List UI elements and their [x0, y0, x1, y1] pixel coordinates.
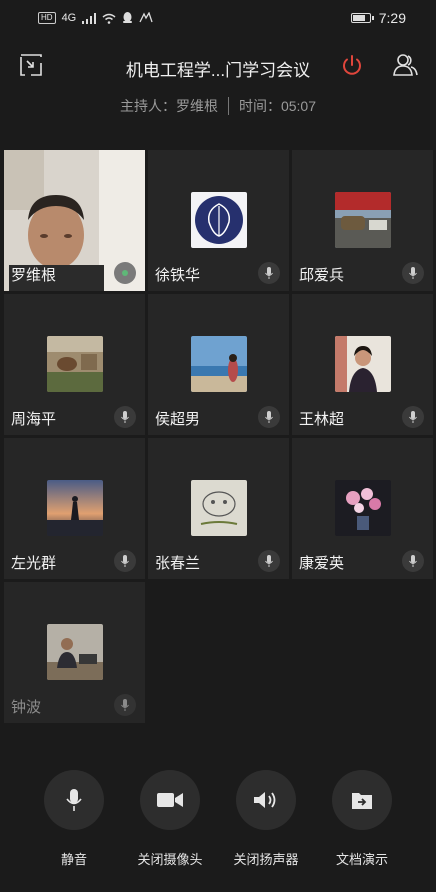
microphone-icon — [66, 789, 82, 811]
meeting-header: 机电工程学...门学习会议 主持人：罗维根 时间：05:07 — [0, 36, 436, 136]
speaker-control[interactable]: 关闭扬声器 — [216, 770, 316, 868]
mute-label: 静音 — [60, 852, 87, 867]
meeting-title: 机电工程学...门学习会议 — [125, 61, 311, 80]
participants-icon[interactable] — [392, 52, 418, 78]
camera-label: 关闭摄像头 — [137, 852, 203, 867]
battery-icon — [350, 13, 374, 23]
mute-control[interactable]: 静音 — [24, 770, 124, 868]
participant-name: 康爱英 — [299, 555, 345, 572]
participant-name: 侯超男 — [155, 411, 201, 428]
video-camera-icon — [157, 793, 183, 807]
participant-name: 张春兰 — [155, 555, 201, 572]
speaking-icon — [122, 270, 128, 276]
document-share-icon — [352, 793, 372, 809]
microphone-icon — [265, 411, 273, 423]
mic-badge — [402, 406, 424, 428]
mic-badge — [258, 550, 280, 572]
participant-avatar — [47, 480, 103, 536]
microphone-icon — [121, 699, 129, 711]
mic-badge — [114, 694, 136, 716]
microphone-icon — [409, 555, 417, 567]
participant-name: 邱爱兵 — [299, 267, 345, 284]
microphone-icon — [121, 411, 129, 423]
meeting-controls: 静音 关闭摄像头 关闭扬声器 文档演示 — [0, 770, 436, 880]
microphone-icon — [409, 267, 417, 279]
participant-tile[interactable]: 王林超 — [292, 294, 433, 435]
participant-avatar — [191, 336, 247, 392]
mic-badge — [114, 550, 136, 572]
participant-avatar — [47, 336, 103, 392]
end-meeting-power-icon[interactable] — [340, 54, 364, 78]
exit-fullscreen-icon[interactable] — [20, 54, 42, 76]
participant-tile[interactable]: 康爱英 — [292, 438, 433, 579]
mic-badge — [258, 406, 280, 428]
participant-avatar — [47, 624, 103, 680]
participant-avatar — [335, 480, 391, 536]
active-speaker-badge — [114, 262, 136, 284]
participant-name: 罗维根 — [11, 267, 57, 284]
camera-control[interactable]: 关闭摄像头 — [120, 770, 220, 868]
participant-avatar — [335, 192, 391, 248]
clock: 7:29 — [378, 10, 406, 26]
speaker-button[interactable] — [236, 770, 296, 830]
status-bar: HD 4G 7:29 — [0, 0, 436, 36]
microphone-icon — [409, 411, 417, 423]
share-document-button[interactable] — [332, 770, 392, 830]
share-control[interactable]: 文档演示 — [312, 770, 412, 868]
participant-tile[interactable]: 张春兰 — [148, 438, 289, 579]
participant-tile[interactable]: 侯超男 — [148, 294, 289, 435]
mic-badge — [402, 262, 424, 284]
hd-icon: HD — [38, 12, 56, 24]
speaker-icon — [254, 792, 276, 808]
participant-tile[interactable]: 邱爱兵 — [292, 150, 433, 291]
meta-divider — [227, 97, 229, 115]
mic-badge — [402, 550, 424, 572]
mic-badge — [114, 406, 136, 428]
meeting-meta: 主持人：罗维根 时间：05:07 — [0, 96, 436, 116]
elapsed-time: 时间：05:07 — [238, 98, 317, 114]
share-label: 文档演示 — [335, 852, 388, 867]
microphone-icon — [265, 267, 273, 279]
participant-name: 王林超 — [299, 411, 345, 428]
participant-name: 钟波 — [11, 699, 42, 716]
wifi-icon — [102, 13, 116, 24]
network-label: 4G — [61, 12, 77, 24]
signal-icon — [82, 12, 97, 24]
participant-name: 徐铁华 — [155, 267, 201, 284]
participant-name: 周海平 — [11, 411, 57, 428]
mute-button[interactable] — [44, 770, 104, 830]
participant-tile[interactable]: 周海平 — [4, 294, 145, 435]
participant-tile[interactable]: 左光群 — [4, 438, 145, 579]
participant-avatar — [191, 192, 247, 248]
qq-icon — [123, 12, 133, 23]
status-right: 7:29 — [350, 10, 406, 26]
mic-badge — [258, 262, 280, 284]
microphone-icon — [265, 555, 273, 567]
status-icons: HD 4G — [38, 12, 153, 24]
host-label: 主持人：罗维根 — [119, 98, 218, 114]
camera-button[interactable] — [140, 770, 200, 830]
participant-avatar — [191, 480, 247, 536]
participant-tile[interactable]: 徐铁华 — [148, 150, 289, 291]
participant-tile-host[interactable]: 罗维根 — [4, 150, 145, 291]
participant-tile[interactable]: 钟波 — [4, 582, 145, 723]
participant-name: 左光群 — [11, 555, 57, 572]
participant-avatar — [335, 336, 391, 392]
app-notification-icon — [139, 12, 153, 23]
speaker-label: 关闭扬声器 — [233, 852, 299, 867]
microphone-icon — [121, 555, 129, 567]
